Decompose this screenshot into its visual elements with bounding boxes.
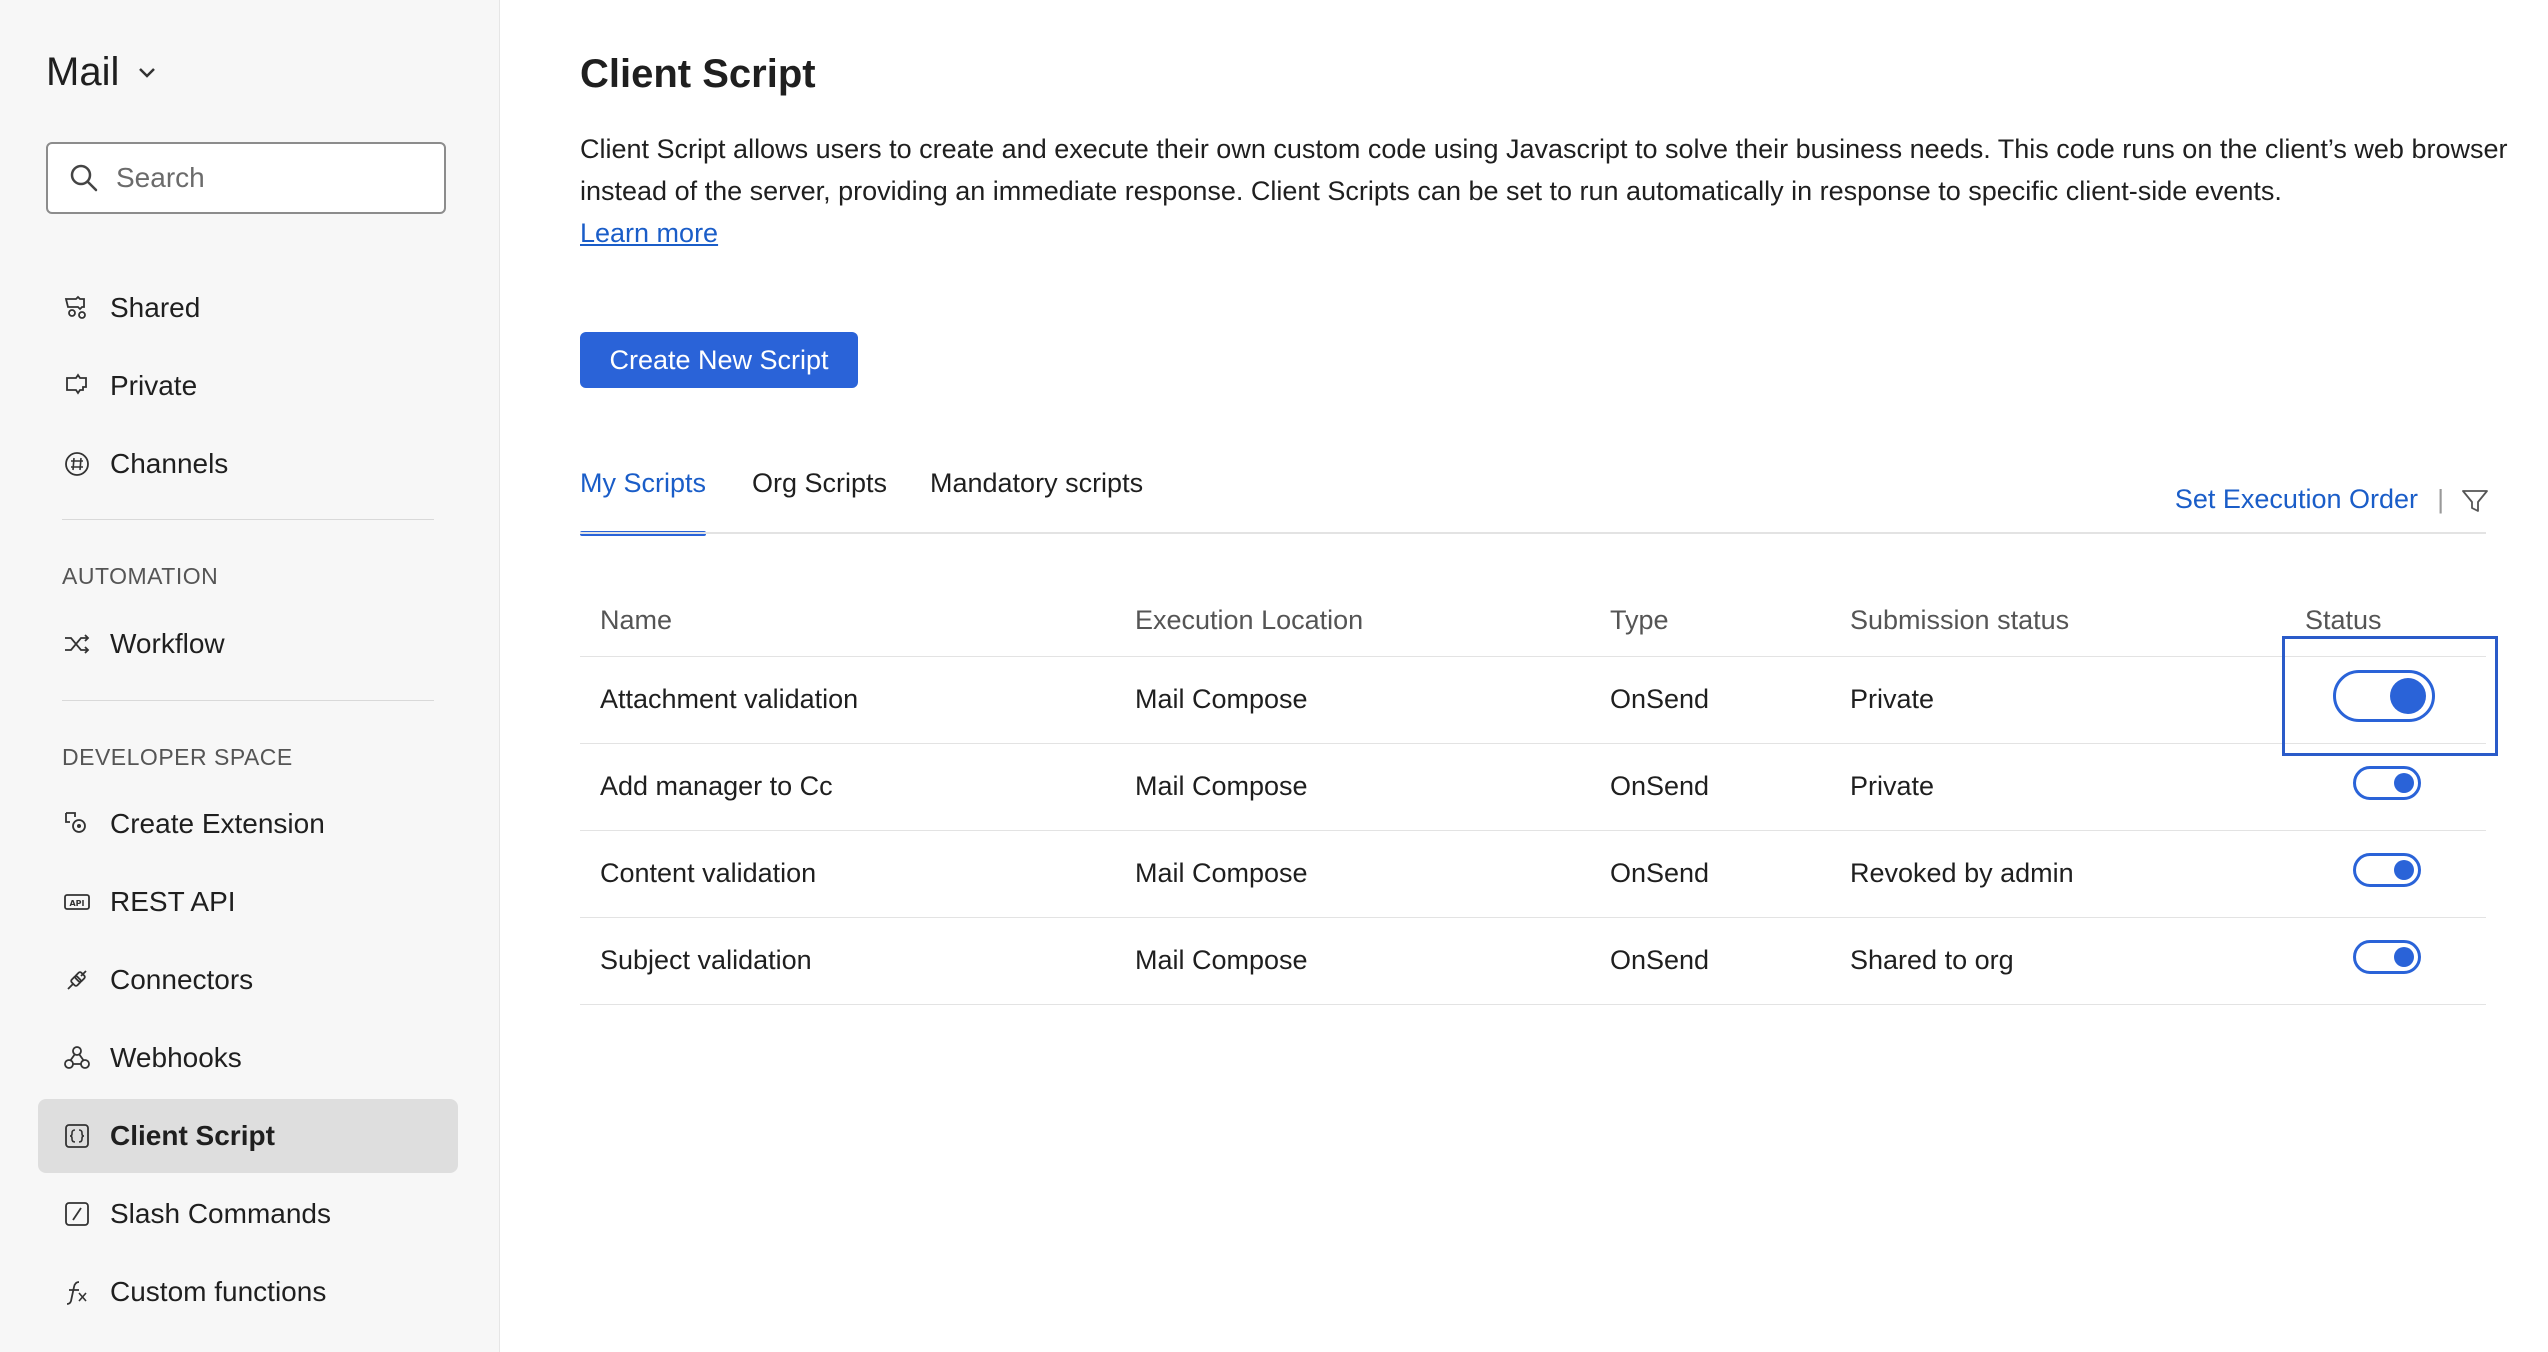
app-switcher[interactable]: Mail <box>46 50 157 95</box>
create-new-script-button[interactable]: Create New Script <box>580 332 858 388</box>
sidebar-item-shared[interactable]: Shared <box>38 271 458 345</box>
status-toggle[interactable] <box>2353 766 2421 800</box>
sidebar-item-slash-commands[interactable]: Slash Commands <box>38 1177 458 1251</box>
sidebar-item-workflow[interactable]: Workflow <box>38 607 458 681</box>
webhook-icon <box>64 1046 90 1069</box>
status-toggle[interactable] <box>2353 940 2421 974</box>
table-row[interactable]: Add manager to Cc Mail Compose OnSend Pr… <box>580 743 2486 831</box>
main-content: Client Script Client Script allows users… <box>500 0 2548 1352</box>
script-name: Content validation <box>580 830 1115 918</box>
tabs-underline <box>580 532 2486 534</box>
script-location: Mail Compose <box>1115 917 1590 1005</box>
sidebar-item-label: Private <box>110 370 198 401</box>
learn-more-link[interactable]: Learn more <box>580 218 718 248</box>
toggle-knob <box>2394 860 2414 880</box>
workflow-shuffle-icon <box>65 634 90 654</box>
sidebar-item-label: Channels <box>110 448 229 479</box>
sidebar-item-label: REST API <box>110 886 236 917</box>
sidebar-item-private[interactable]: Private <box>38 349 458 423</box>
status-toggle[interactable] <box>2353 853 2421 887</box>
script-location: Mail Compose <box>1115 656 1590 744</box>
table-row[interactable]: Subject validation Mail Compose OnSend S… <box>580 917 2486 1005</box>
sidebar-divider <box>62 519 434 520</box>
column-header-type[interactable]: Type <box>1590 586 1830 657</box>
script-status-cell <box>2285 656 2486 744</box>
search-box <box>46 142 446 214</box>
column-header-submission-status[interactable]: Submission status <box>1830 586 2285 657</box>
script-type: OnSend <box>1590 743 1830 831</box>
script-location: Mail Compose <box>1115 743 1590 831</box>
script-name: Attachment validation <box>580 656 1115 744</box>
sidebar: Mail Shared Private <box>0 0 500 1352</box>
search-icon <box>70 164 98 192</box>
script-name: Add manager to Cc <box>580 743 1115 831</box>
script-type: OnSend <box>1590 917 1830 1005</box>
script-submission-status: Revoked by admin <box>1830 830 2285 918</box>
api-icon: API <box>64 894 90 910</box>
sidebar-item-webhooks[interactable]: Webhooks <box>38 1021 458 1095</box>
shared-chat-icon <box>64 295 86 319</box>
tab-mandatory-scripts[interactable]: Mandatory scripts <box>930 468 1143 532</box>
extension-gear-icon <box>65 812 86 833</box>
sidebar-item-create-extension[interactable]: Create Extension <box>38 787 458 861</box>
sidebar-item-label: Create Extension <box>110 808 325 839</box>
script-status-cell <box>2285 830 2486 918</box>
toggle-knob <box>2394 773 2414 793</box>
column-header-execution-location[interactable]: Execution Location <box>1115 586 1590 657</box>
sidebar-item-channels[interactable]: Channels <box>38 427 458 501</box>
filter-icon[interactable] <box>2460 486 2490 516</box>
sidebar-item-label: Workflow <box>110 628 225 659</box>
sidebar-item-label: Webhooks <box>110 1042 242 1073</box>
script-type: OnSend <box>1590 830 1830 918</box>
sidebar-item-label: Shared <box>110 292 201 323</box>
toggle-knob <box>2390 678 2426 714</box>
tab-my-scripts[interactable]: My Scripts <box>580 468 707 536</box>
script-type: OnSend <box>1590 656 1830 744</box>
sidebar-item-label: Slash Commands <box>110 1198 331 1229</box>
column-header-status[interactable]: Status <box>2285 586 2486 657</box>
section-label-automation: AUTOMATION <box>62 563 219 589</box>
table-row[interactable]: Attachment validation Mail Compose OnSen… <box>580 656 2486 744</box>
table-header-row: Name Execution Location Type Submission … <box>580 586 2486 657</box>
page-description: Client Script allows users to create and… <box>580 128 2540 254</box>
sidebar-item-rest-api[interactable]: API REST API <box>38 865 458 939</box>
sidebar-item-connectors[interactable]: Connectors <box>38 943 458 1017</box>
private-chat-icon <box>66 373 87 395</box>
script-submission-status: Shared to org <box>1830 917 2285 1005</box>
sidebar-item-client-script[interactable]: Client Script <box>38 1099 458 1173</box>
script-status-cell <box>2285 917 2486 1005</box>
chevron-down-icon <box>139 67 156 78</box>
script-submission-status: Private <box>1830 743 2285 831</box>
toolbar-separator: | <box>2437 484 2444 514</box>
toggle-knob <box>2394 947 2414 967</box>
app-root: Mail Shared Private <box>0 0 2548 1352</box>
svg-text:API: API <box>69 899 84 908</box>
column-header-name[interactable]: Name <box>580 586 1115 657</box>
app-name: Mail <box>46 50 120 94</box>
script-location: Mail Compose <box>1115 830 1590 918</box>
scripts-table: Name Execution Location Type Submission … <box>580 586 2486 1005</box>
status-toggle[interactable] <box>2333 670 2435 722</box>
page-title: Client Script <box>580 52 816 96</box>
function-fx-icon <box>66 1281 87 1305</box>
script-submission-status: Private <box>1830 656 2285 744</box>
section-label-developer-space: DEVELOPER SPACE <box>62 744 293 770</box>
sidebar-item-label: Connectors <box>110 964 254 995</box>
description-text: Client Script allows users to create and… <box>580 134 2508 206</box>
sidebar-item-label: Custom functions <box>110 1276 327 1307</box>
connector-plug-icon <box>67 970 87 990</box>
slash-command-icon <box>65 1202 89 1226</box>
sidebar-item-label: Client Script <box>110 1120 275 1151</box>
script-status-cell <box>2285 743 2486 831</box>
search-input[interactable] <box>116 162 436 194</box>
sidebar-item-custom-functions[interactable]: Custom functions <box>38 1255 458 1329</box>
tab-org-scripts[interactable]: Org Scripts <box>752 468 887 532</box>
set-execution-order-link[interactable]: Set Execution Order <box>2175 484 2418 515</box>
script-name: Subject validation <box>580 917 1115 1005</box>
channels-icon <box>65 452 89 476</box>
sidebar-divider <box>62 700 434 701</box>
client-script-braces-icon <box>65 1124 89 1148</box>
table-row[interactable]: Content validation Mail Compose OnSend R… <box>580 830 2486 918</box>
